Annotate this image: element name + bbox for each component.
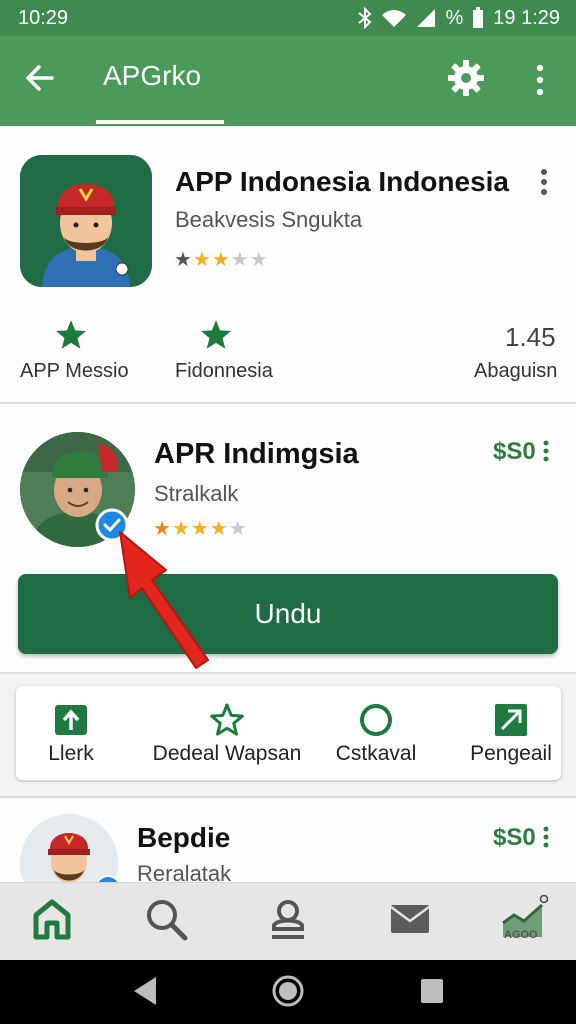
star-icon: ★	[211, 249, 230, 271]
mail-icon[interactable]	[386, 895, 434, 943]
price-label: $S0	[493, 824, 536, 851]
action-item[interactable]: Llerk	[16, 686, 126, 780]
star-outline-icon	[210, 703, 244, 736]
action-item[interactable]: Cstkaval	[321, 686, 431, 780]
action-item[interactable]: Dedeal Wapsan	[144, 686, 310, 780]
tab-indicator	[96, 120, 224, 124]
signal-icon	[417, 9, 436, 27]
action-row: Llerk Dedeal Wapsan Cstkaval Pengeail	[16, 686, 561, 780]
app-subtitle: Reralatak	[137, 861, 232, 882]
app-bar-title[interactable]: APGrko	[103, 60, 201, 92]
upload-icon	[55, 705, 87, 735]
person-avatar-illustration	[20, 155, 152, 287]
action-label: Dedeal Wapsan	[152, 742, 302, 765]
circle-outline-icon	[360, 704, 392, 736]
app-avatar[interactable]	[20, 814, 118, 882]
more-vert-icon[interactable]	[539, 168, 549, 198]
featured-rating-stars: ★ ★ ★ ★ ★	[174, 247, 268, 272]
person-avatar-illustration	[20, 814, 118, 882]
install-button[interactable]: Undu	[18, 574, 558, 654]
more-vert-icon[interactable]	[542, 826, 550, 848]
back-triangle-icon[interactable]	[130, 974, 160, 1008]
star-icon	[200, 320, 232, 349]
red-arrow-annotation	[119, 531, 209, 669]
app-subtitle: Stralkalk	[154, 481, 239, 506]
wifi-icon	[382, 10, 407, 27]
home-circle-icon[interactable]	[271, 972, 305, 1010]
status-time: 10:29	[18, 6, 69, 29]
star-icon: ★	[192, 249, 211, 271]
battery-icon	[473, 7, 484, 28]
action-label: Llerk	[48, 742, 94, 765]
featured-app-card[interactable]: APP Indonesia Indonesia Beakvesis Sngukt…	[0, 126, 576, 402]
status-clock-right: 19 1:29	[493, 6, 560, 29]
stat-label: APP Messio	[20, 360, 129, 382]
battery-percent: %	[445, 6, 464, 29]
star-icon: ★	[230, 249, 249, 271]
more-vert-icon[interactable]	[542, 440, 550, 462]
app-bar: APGrko	[0, 36, 576, 126]
star-icon	[55, 320, 87, 349]
action-label: Pengeail	[470, 742, 552, 765]
bluetooth-icon	[358, 7, 372, 29]
featured-app-icon[interactable]	[20, 155, 152, 287]
open-external-icon	[495, 704, 527, 736]
star-icon: ★	[249, 249, 268, 271]
app-title[interactable]: Bepdie	[137, 822, 230, 854]
recents-square-icon[interactable]	[418, 976, 446, 1006]
status-bar: 10:29 % 19 1:29	[0, 0, 576, 36]
app-title[interactable]: APR Indimgsia	[154, 438, 359, 471]
action-label: Cstkaval	[335, 742, 417, 765]
stat-label: Fidonnesia	[175, 360, 273, 382]
search-icon[interactable]	[142, 895, 190, 943]
app-card[interactable]: Bepdie Reralatak $S0	[0, 798, 576, 882]
stat-value: 1.45	[505, 322, 556, 352]
divider	[0, 672, 576, 674]
system-navigation-bar	[0, 960, 576, 1024]
person-icon[interactable]	[264, 895, 312, 943]
price-label: $S0	[493, 438, 536, 465]
more-vert-icon[interactable]	[528, 62, 552, 98]
chart-nav-label: AGOO	[504, 929, 538, 941]
star-icon: ★	[228, 518, 247, 540]
stat-label: Abaguisn	[474, 360, 558, 382]
featured-app-subtitle: Beakvesis Sngukta	[175, 207, 363, 232]
gear-icon[interactable]	[446, 58, 486, 98]
badge-icon	[96, 875, 120, 882]
star-icon: ★	[174, 249, 192, 271]
featured-app-title[interactable]: APP Indonesia Indonesia	[175, 166, 509, 198]
home-icon[interactable]	[28, 895, 76, 943]
action-item[interactable]: Pengeail	[461, 686, 561, 780]
status-icons: % 19 1:29	[357, 7, 560, 30]
arrow-left-icon[interactable]	[20, 58, 60, 98]
bottom-navigation: AGOO	[0, 882, 576, 960]
